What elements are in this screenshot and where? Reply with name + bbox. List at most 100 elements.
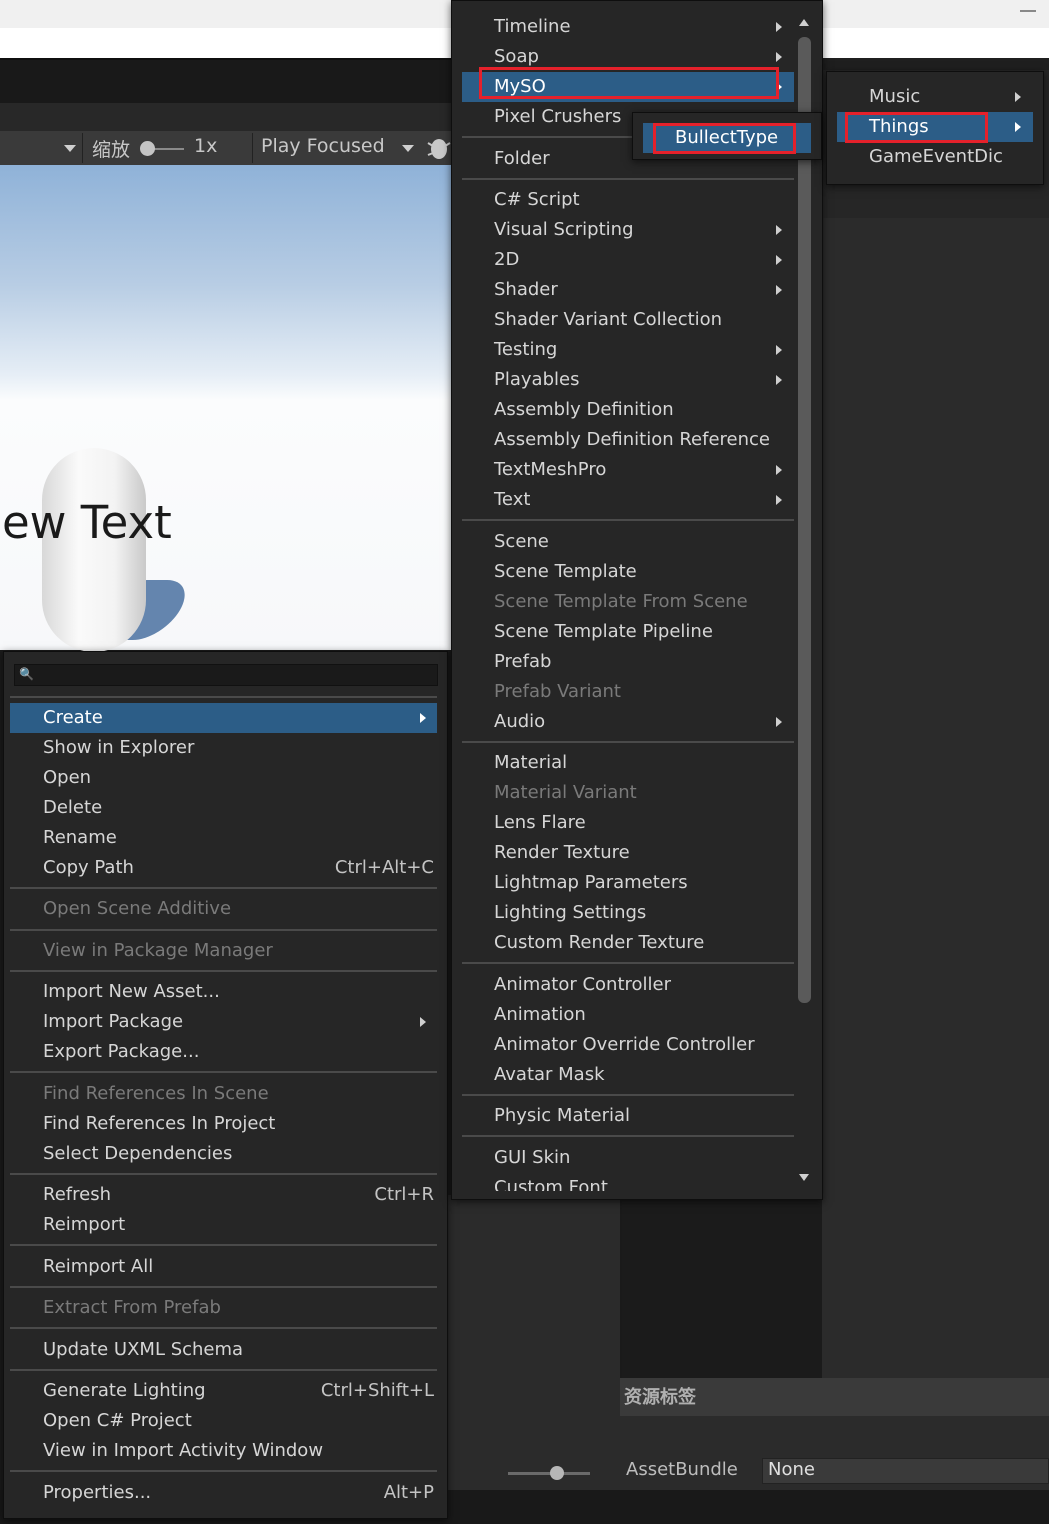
menu-item-label: Delete — [43, 797, 103, 818]
menu-item-scene-template-from-scene: Scene Template From Scene — [462, 587, 794, 617]
scroll-down-icon[interactable] — [799, 1174, 809, 1181]
play-mode-dropdown[interactable]: Play Focused — [255, 133, 420, 163]
menu-separator — [462, 741, 794, 743]
menu-item-label: Lens Flare — [494, 812, 586, 833]
menu-item-playables[interactable]: Playables — [462, 365, 794, 395]
menu-item-shader-variant-collection[interactable]: Shader Variant Collection — [462, 305, 794, 335]
menu-item-generate-lighting[interactable]: Generate Lighting Ctrl+Shift+L — [10, 1376, 437, 1406]
menu-item-lighting-settings[interactable]: Lighting Settings — [462, 898, 794, 928]
menu-item-shortcut: Ctrl+R — [374, 1184, 434, 1205]
menu-item-reimport[interactable]: Reimport — [10, 1210, 437, 1240]
menu-item-prefab-variant: Prefab Variant — [462, 677, 794, 707]
menu-item-avatar-mask[interactable]: Avatar Mask — [462, 1060, 794, 1090]
menu-item-update-uxml-schema[interactable]: Update UXML Schema — [10, 1335, 437, 1365]
scene-text: ew Text — [2, 496, 172, 549]
menu-item-label: Render Texture — [494, 842, 630, 863]
scroll-up-icon[interactable] — [799, 19, 809, 26]
menu-item-custom-font[interactable]: Custom Font — [462, 1173, 794, 1191]
menu-item-bullecttype[interactable]: BullectType — [643, 123, 811, 153]
submenu-arrow-icon — [776, 717, 782, 727]
menu-item-label: Animator Override Controller — [494, 1034, 755, 1055]
menu-item-render-texture[interactable]: Render Texture — [462, 838, 794, 868]
menu-item-physic-material[interactable]: Physic Material — [462, 1101, 794, 1131]
project-panel — [446, 1195, 622, 1490]
menu-item-label: Generate Lighting — [43, 1380, 206, 1401]
menu-item-label: Scene Template Pipeline — [494, 621, 713, 642]
menu-item-shortcut: Ctrl+Shift+L — [320, 1380, 434, 1401]
menu-item-text[interactable]: Text — [462, 485, 794, 515]
menu-search-field[interactable]: 🔍 — [14, 664, 438, 686]
menu-item-import-package[interactable]: Import Package — [10, 1007, 437, 1037]
menu-item-label: Assembly Definition Reference — [494, 429, 771, 450]
play-mode-label: Play Focused — [261, 135, 385, 157]
menu-item-animator-override-controller[interactable]: Animator Override Controller — [462, 1030, 794, 1060]
submenu-arrow-icon — [420, 713, 426, 723]
bug-icon[interactable] — [422, 133, 452, 163]
menu-item-label: Animator Controller — [494, 974, 672, 995]
menu-item-refresh[interactable]: Refresh Ctrl+R — [10, 1180, 437, 1210]
menu-item-find-references-in-project[interactable]: Find References In Project — [10, 1109, 437, 1139]
menu-item-delete[interactable]: Delete — [10, 793, 437, 823]
menu-item-properties[interactable]: Properties... Alt+P — [10, 1478, 437, 1508]
display-dropdown-icon[interactable] — [64, 145, 76, 152]
menu-item-animation[interactable]: Animation — [462, 1000, 794, 1030]
menu-scrollbar-thumb[interactable] — [798, 37, 811, 1003]
scale-slider-knob[interactable] — [140, 141, 155, 156]
search-icon: 🔍 — [19, 667, 34, 681]
menu-item-lightmap-parameters[interactable]: Lightmap Parameters — [462, 868, 794, 898]
menu-item-gui-skin[interactable]: GUI Skin — [462, 1143, 794, 1173]
menu-item-scene[interactable]: Scene — [462, 527, 794, 557]
menu-item-label: Create — [43, 707, 103, 728]
menu-item-scene-template-pipeline[interactable]: Scene Template Pipeline — [462, 617, 794, 647]
icon-size-slider-knob[interactable] — [550, 1466, 564, 1480]
menu-item-assembly-definition-reference[interactable]: Assembly Definition Reference — [462, 425, 794, 455]
menu-item-label: Things — [869, 116, 929, 137]
menu-item-create[interactable]: Create — [10, 703, 437, 733]
menu-item-label: GameEventDic — [869, 146, 1003, 167]
menu-item-label: Playables — [494, 369, 580, 390]
menu-item-import-new-asset[interactable]: Import New Asset... — [10, 977, 437, 1007]
menu-item-show-in-explorer[interactable]: Show in Explorer — [10, 733, 437, 763]
menu-item-label: Copy Path — [43, 857, 134, 878]
menu-separator — [462, 1094, 794, 1096]
menu-item-visual-scripting[interactable]: Visual Scripting — [462, 215, 794, 245]
menu-item-export-package[interactable]: Export Package... — [10, 1037, 437, 1067]
menu-item-csharp-script[interactable]: C# Script — [462, 185, 794, 215]
menu-item-scene-template[interactable]: Scene Template — [462, 557, 794, 587]
menu-item-view-in-import-activity-window[interactable]: View in Import Activity Window — [10, 1436, 437, 1466]
menu-item-label: Open — [43, 767, 92, 788]
menu-item-audio[interactable]: Audio — [462, 707, 794, 737]
menu-item-shader[interactable]: Shader — [462, 275, 794, 305]
menu-item-timeline[interactable]: Timeline — [462, 12, 794, 42]
menu-item-testing[interactable]: Testing — [462, 335, 794, 365]
menu-item-lens-flare[interactable]: Lens Flare — [462, 808, 794, 838]
menu-item-2d[interactable]: 2D — [462, 245, 794, 275]
menu-item-copy-path[interactable]: Copy Path Ctrl+Alt+C — [10, 853, 437, 883]
menu-item-custom-render-texture[interactable]: Custom Render Texture — [462, 928, 794, 958]
assetbundle-value: None — [768, 1459, 815, 1480]
menu-item-prefab[interactable]: Prefab — [462, 647, 794, 677]
icon-size-slider[interactable] — [508, 1472, 590, 1475]
menu-separator — [462, 1135, 794, 1137]
menu-item-open[interactable]: Open — [10, 763, 437, 793]
menu-item-select-dependencies[interactable]: Select Dependencies — [10, 1139, 437, 1169]
menu-item-gameeventdic[interactable]: GameEventDic — [837, 142, 1033, 172]
menu-item-open-csharp-project[interactable]: Open C# Project — [10, 1406, 437, 1436]
menu-item-material[interactable]: Material — [462, 748, 794, 778]
myso-submenu: BullectType — [632, 112, 822, 160]
menu-item-things[interactable]: Things — [837, 112, 1033, 142]
things-submenu: Music Things GameEventDic — [826, 71, 1044, 185]
scale-label: 缩放 — [92, 139, 131, 161]
menu-item-myso[interactable]: MySO — [462, 72, 794, 102]
menu-item-rename[interactable]: Rename — [10, 823, 437, 853]
menu-item-soap[interactable]: Soap — [462, 42, 794, 72]
menu-search-input[interactable] — [37, 666, 437, 686]
submenu-arrow-icon — [776, 465, 782, 475]
menu-item-textmeshpro[interactable]: TextMeshPro — [462, 455, 794, 485]
menu-item-reimport-all[interactable]: Reimport All — [10, 1252, 437, 1282]
minimize-icon[interactable] — [1020, 10, 1036, 12]
menu-item-music[interactable]: Music — [837, 82, 1033, 112]
menu-item-label: Text — [494, 489, 531, 510]
menu-item-assembly-definition[interactable]: Assembly Definition — [462, 395, 794, 425]
menu-item-animator-controller[interactable]: Animator Controller — [462, 970, 794, 1000]
